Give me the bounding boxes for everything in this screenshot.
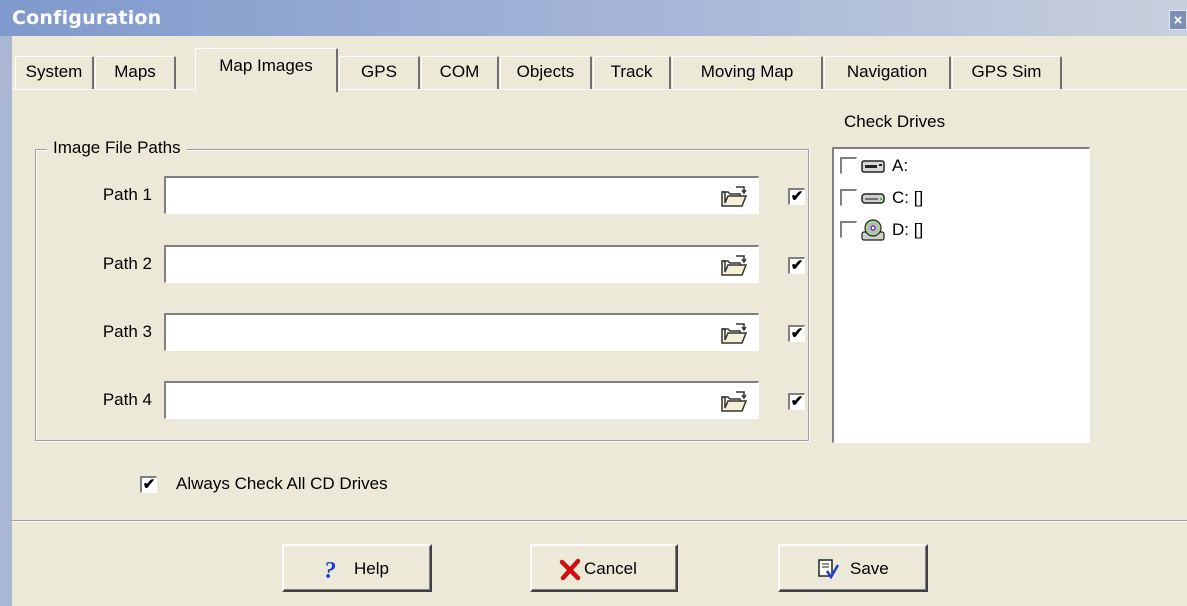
path-2-input[interactable] (168, 249, 708, 279)
path-4-input[interactable] (168, 385, 708, 415)
check-drives-label: Check Drives (844, 112, 946, 131)
save-label: Save (850, 559, 889, 578)
always-check-cd-label: Always Check All CD Drives (176, 474, 388, 493)
drive-label: D: [] (892, 220, 924, 239)
window-title: Configuration (12, 7, 162, 29)
path-1-checkbox[interactable]: ✔ (788, 188, 805, 205)
path-label: Path 4 (102, 390, 152, 409)
path-label: Path 3 (102, 322, 152, 341)
open-folder-icon[interactable] (720, 254, 748, 278)
window-border (0, 36, 12, 606)
help-label: Help (354, 559, 389, 578)
always-check-cd-checkbox[interactable]: ✔ (140, 476, 157, 493)
drive-label: A: (892, 156, 909, 175)
tab-gps-sim[interactable]: GPS Sim (952, 56, 1062, 90)
close-button[interactable]: × (1169, 10, 1187, 30)
floppy-drive-icon (861, 160, 885, 173)
open-folder-icon[interactable] (720, 185, 748, 209)
path-2-field[interactable] (164, 245, 759, 283)
path-4-field[interactable] (164, 381, 759, 419)
svg-text:?: ? (324, 558, 336, 581)
path-4-checkbox[interactable]: ✔ (788, 393, 805, 410)
cd-drive-icon (861, 219, 885, 241)
path-1-input[interactable] (168, 180, 708, 210)
cancel-x-icon (559, 558, 581, 581)
cancel-button[interactable]: Cancel (530, 544, 678, 592)
tab-panel: Image File Paths Path 1 ✔ Path 2 ✔ Path … (12, 89, 1187, 521)
tab-maps[interactable]: Maps (95, 56, 176, 90)
image-file-paths-title: Image File Paths (47, 138, 187, 158)
drive-c-checkbox[interactable] (840, 189, 857, 206)
help-button[interactable]: ? Help (282, 544, 432, 592)
drive-d-checkbox[interactable] (840, 221, 857, 238)
open-folder-icon[interactable] (720, 322, 748, 346)
hard-drive-icon (861, 193, 885, 204)
path-3-field[interactable] (164, 313, 759, 351)
open-folder-icon[interactable] (720, 390, 748, 414)
drive-label: C: [] (892, 188, 924, 207)
drive-a-checkbox[interactable] (840, 157, 857, 174)
tab-track[interactable]: Track (593, 56, 671, 90)
path-label: Path 1 (102, 185, 152, 204)
tab-system[interactable]: System (15, 56, 94, 90)
path-2-checkbox[interactable]: ✔ (788, 257, 805, 274)
path-label: Path 2 (102, 254, 152, 273)
save-button[interactable]: Save (778, 544, 928, 592)
tab-navigation[interactable]: Navigation (824, 56, 951, 90)
path-3-input[interactable] (168, 317, 708, 347)
tab-strip: System Maps Map Images GPS COM Objects T… (12, 46, 1187, 92)
help-icon: ? (324, 558, 336, 581)
tab-objects[interactable]: Objects (500, 56, 592, 90)
save-document-icon (818, 559, 840, 580)
check-drives-list[interactable]: A: C: [] D: [] (832, 147, 1090, 443)
tab-com[interactable]: COM (421, 56, 499, 90)
path-3-checkbox[interactable]: ✔ (788, 325, 805, 342)
tab-map-images[interactable]: Map Images (195, 48, 338, 92)
cancel-label: Cancel (584, 559, 637, 578)
title-bar: Configuration × (0, 0, 1187, 36)
button-divider (12, 520, 1187, 522)
path-1-field[interactable] (164, 176, 759, 214)
tab-gps[interactable]: GPS (339, 56, 420, 90)
tab-moving-map[interactable]: Moving Map (672, 56, 823, 90)
